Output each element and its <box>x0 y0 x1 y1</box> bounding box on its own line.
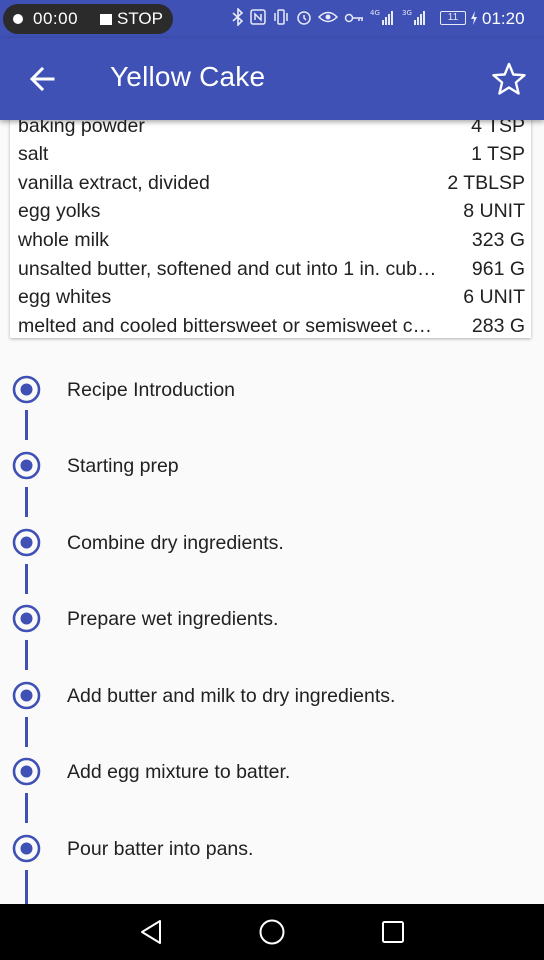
ingredient-quantity: 323 G <box>469 226 525 254</box>
ingredient-row: melted and cooled bittersweet or semiswe… <box>18 312 525 338</box>
ingredient-name: egg whites <box>18 286 112 308</box>
step-label[interactable]: Add butter and milk to dry ingredients. <box>67 685 395 708</box>
radio-checked-icon <box>12 375 41 404</box>
radio-checked-icon <box>12 528 41 557</box>
step-connector <box>25 410 28 440</box>
radio-checked-icon <box>12 834 41 863</box>
back-button[interactable] <box>20 58 64 102</box>
ingredient-name: vanilla extract, divided <box>18 172 210 194</box>
nfc-icon <box>250 9 266 29</box>
ingredient-row: vanilla extract, divided 2 TBLSP <box>18 169 525 197</box>
vibrate-icon <box>272 9 290 29</box>
network-label-3g: 3G <box>402 9 412 17</box>
radio-checked-icon <box>12 604 41 633</box>
step-connector <box>25 640 28 670</box>
key-icon <box>344 11 364 28</box>
triangle-back-icon <box>141 920 161 944</box>
radio-checked-icon <box>12 451 41 480</box>
navigation-bar <box>0 904 544 960</box>
eye-icon <box>317 10 339 28</box>
nav-recents-button[interactable] <box>373 912 413 952</box>
step-connector <box>25 793 28 823</box>
radio-checked-icon <box>12 681 41 710</box>
stop-label[interactable]: STOP <box>117 9 163 29</box>
battery-level: 11 <box>447 12 459 23</box>
ingredient-quantity: 283 G <box>469 312 525 338</box>
ingredient-row: salt 1 TSP <box>18 140 525 168</box>
app-bar: Yellow Cake <box>0 38 544 120</box>
step-label[interactable]: Pour batter into pans. <box>67 838 253 861</box>
ingredient-name: unsalted butter, softened and cut into 1… <box>18 258 437 280</box>
step-connector <box>25 717 28 747</box>
alarm-icon <box>296 9 312 29</box>
ingredient-name: salt <box>18 143 49 165</box>
ingredient-quantity: 2 TBLSP <box>445 169 525 197</box>
status-bar: 00:00 STOP 4G 3G 11 01:20 <box>0 0 544 38</box>
ingredient-quantity: 961 G <box>469 255 525 283</box>
step-label[interactable]: Add egg mixture to batter. <box>67 761 290 784</box>
ingredient-name: egg yolks <box>18 200 101 222</box>
clock: 01:20 <box>482 9 525 28</box>
ingredient-name: melted and cooled bittersweet or semiswe… <box>18 315 433 337</box>
charging-icon <box>470 11 478 30</box>
status-icons: 4G 3G <box>232 7 468 30</box>
ingredient-name: whole milk <box>18 229 110 251</box>
square-recents-icon <box>382 921 404 943</box>
ingredient-row: egg whites 6 UNIT <box>18 283 525 311</box>
screen-record-pill[interactable]: 00:00 STOP <box>3 4 173 34</box>
step-label[interactable]: Combine dry ingredients. <box>67 532 284 555</box>
battery-icon: 11 <box>440 11 466 25</box>
radio-checked-icon <box>12 757 41 786</box>
ingredients-card: baking powder 4 TSP salt 1 TSP vanilla e… <box>10 104 531 338</box>
signal-4g-icon: 4G <box>370 8 396 30</box>
network-label-4g: 4G <box>370 9 380 17</box>
step-label[interactable]: Starting prep <box>67 455 179 478</box>
nav-back-button[interactable] <box>131 912 171 952</box>
favorite-button[interactable] <box>488 58 530 100</box>
stop-icon <box>100 14 112 25</box>
arrow-back-icon <box>29 66 55 92</box>
ingredient-quantity: 8 UNIT <box>461 197 525 225</box>
ingredient-row: unsalted butter, softened and cut into 1… <box>18 255 525 283</box>
step-connector <box>25 870 28 904</box>
step-connector <box>25 487 28 517</box>
bluetooth-icon <box>232 7 244 30</box>
step-label[interactable]: Recipe Introduction <box>67 379 235 402</box>
record-time: 00:00 <box>33 9 79 28</box>
nav-home-button[interactable] <box>252 912 292 952</box>
circle-home-icon <box>259 919 285 945</box>
page-title: Yellow Cake <box>110 61 266 92</box>
ingredient-row: whole milk 323 G <box>18 226 525 254</box>
star-outline-icon <box>492 62 526 95</box>
record-dot-icon <box>13 14 23 24</box>
step-label[interactable]: Prepare wet ingredients. <box>67 608 278 631</box>
ingredient-quantity: 6 UNIT <box>461 283 525 311</box>
ingredient-quantity: 1 TSP <box>469 140 525 168</box>
ingredient-row: egg yolks 8 UNIT <box>18 197 525 225</box>
steps-list: Recipe Introduction Starting prep Combin… <box>0 338 544 904</box>
step-connector <box>25 564 28 594</box>
signal-3g-icon: 3G <box>402 8 428 30</box>
